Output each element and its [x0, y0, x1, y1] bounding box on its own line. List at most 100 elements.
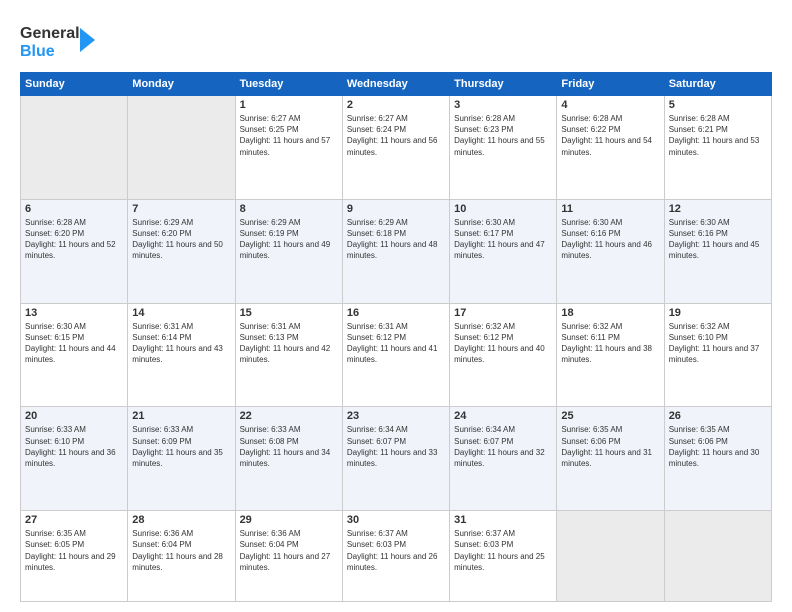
- day-info: Sunrise: 6:32 AMSunset: 6:12 PMDaylight:…: [454, 321, 552, 366]
- calendar-cell: 11 Sunrise: 6:30 AMSunset: 6:16 PMDayligh…: [557, 199, 664, 303]
- svg-text:Blue: Blue: [20, 43, 55, 60]
- day-number: 10: [454, 203, 552, 215]
- calendar-cell: 2 Sunrise: 6:27 AMSunset: 6:24 PMDaylight…: [342, 96, 449, 200]
- day-number: 19: [669, 307, 767, 319]
- day-info: Sunrise: 6:34 AMSunset: 6:07 PMDaylight:…: [347, 424, 445, 469]
- day-number: 23: [347, 410, 445, 422]
- day-number: 13: [25, 307, 123, 319]
- day-number: 21: [132, 410, 230, 422]
- calendar-cell: 6 Sunrise: 6:28 AMSunset: 6:20 PMDaylight…: [21, 199, 128, 303]
- week-row-5: 27Sunrise: 6:35 AMSunset: 6:05 PMDayligh…: [21, 511, 772, 602]
- day-number: 31: [454, 514, 552, 526]
- weekday-header-saturday: Saturday: [664, 73, 771, 96]
- day-number: 18: [561, 307, 659, 319]
- day-number: 16: [347, 307, 445, 319]
- week-row-4: 20 Sunrise: 6:33 AMSunset: 6:10 PMDayligh…: [21, 407, 772, 511]
- weekday-header-thursday: Thursday: [450, 73, 557, 96]
- calendar-cell: 1 Sunrise: 6:27 AMSunset: 6:25 PMDaylight…: [235, 96, 342, 200]
- calendar-cell: 9Sunrise: 6:29 AMSunset: 6:18 PMDaylight…: [342, 199, 449, 303]
- day-info: Sunrise: 6:29 AMSunset: 6:18 PMDaylight:…: [347, 217, 445, 262]
- calendar-cell: 19Sunrise: 6:32 AMSunset: 6:10 PMDayligh…: [664, 303, 771, 407]
- calendar-cell: 22 Sunrise: 6:33 AMSunset: 6:08 PMDayligh…: [235, 407, 342, 511]
- calendar-cell: 31 Sunrise: 6:37 AMSunset: 6:03 PMDayligh…: [450, 511, 557, 602]
- calendar-cell: 13 Sunrise: 6:30 AMSunset: 6:15 PMDayligh…: [21, 303, 128, 407]
- calendar-cell: 3Sunrise: 6:28 AMSunset: 6:23 PMDaylight…: [450, 96, 557, 200]
- calendar-cell: 30 Sunrise: 6:37 AMSunset: 6:03 PMDayligh…: [342, 511, 449, 602]
- day-number: 24: [454, 410, 552, 422]
- day-info: Sunrise: 6:31 AMSunset: 6:12 PMDaylight:…: [347, 321, 445, 366]
- day-number: 28: [132, 514, 230, 526]
- day-number: 22: [240, 410, 338, 422]
- day-number: 26: [669, 410, 767, 422]
- calendar-cell: 17 Sunrise: 6:32 AMSunset: 6:12 PMDayligh…: [450, 303, 557, 407]
- week-row-2: 6 Sunrise: 6:28 AMSunset: 6:20 PMDaylight…: [21, 199, 772, 303]
- day-info: Sunrise: 6:34 AMSunset: 6:07 PMDaylight:…: [454, 424, 552, 469]
- day-info: Sunrise: 6:31 AMSunset: 6:13 PMDaylight:…: [240, 321, 338, 366]
- day-number: 6: [25, 203, 123, 215]
- weekday-header-friday: Friday: [557, 73, 664, 96]
- calendar-cell: 27Sunrise: 6:35 AMSunset: 6:05 PMDayligh…: [21, 511, 128, 602]
- day-info: Sunrise: 6:30 AMSunset: 6:17 PMDaylight:…: [454, 217, 552, 262]
- page: GeneralBlue SundayMondayTuesdayWednesday…: [0, 0, 792, 612]
- day-info: Sunrise: 6:28 AMSunset: 6:22 PMDaylight:…: [561, 113, 659, 158]
- day-info: Sunrise: 6:33 AMSunset: 6:10 PMDaylight:…: [25, 424, 123, 469]
- weekday-header-monday: Monday: [128, 73, 235, 96]
- day-info: Sunrise: 6:35 AMSunset: 6:06 PMDaylight:…: [669, 424, 767, 469]
- day-info: Sunrise: 6:36 AMSunset: 6:04 PMDaylight:…: [240, 528, 338, 573]
- day-number: 15: [240, 307, 338, 319]
- svg-text:General: General: [20, 25, 80, 42]
- calendar-cell: 8 Sunrise: 6:29 AMSunset: 6:19 PMDaylight…: [235, 199, 342, 303]
- day-info: Sunrise: 6:28 AMSunset: 6:21 PMDaylight:…: [669, 113, 767, 158]
- calendar-cell: 15 Sunrise: 6:31 AMSunset: 6:13 PMDayligh…: [235, 303, 342, 407]
- day-info: Sunrise: 6:35 AMSunset: 6:06 PMDaylight:…: [561, 424, 659, 469]
- header: GeneralBlue: [20, 20, 772, 60]
- calendar-cell: 26 Sunrise: 6:35 AMSunset: 6:06 PMDayligh…: [664, 407, 771, 511]
- day-number: 20: [25, 410, 123, 422]
- day-info: Sunrise: 6:30 AMSunset: 6:16 PMDaylight:…: [561, 217, 659, 262]
- calendar-cell: 23 Sunrise: 6:34 AMSunset: 6:07 PMDayligh…: [342, 407, 449, 511]
- calendar-table: SundayMondayTuesdayWednesdayThursdayFrid…: [20, 72, 772, 602]
- week-row-3: 13 Sunrise: 6:30 AMSunset: 6:15 PMDayligh…: [21, 303, 772, 407]
- calendar-cell: 18 Sunrise: 6:32 AMSunset: 6:11 PMDayligh…: [557, 303, 664, 407]
- calendar-cell: 4 Sunrise: 6:28 AMSunset: 6:22 PMDaylight…: [557, 96, 664, 200]
- day-number: 4: [561, 99, 659, 111]
- day-number: 2: [347, 99, 445, 111]
- calendar-cell: 20 Sunrise: 6:33 AMSunset: 6:10 PMDayligh…: [21, 407, 128, 511]
- day-info: Sunrise: 6:31 AMSunset: 6:14 PMDaylight:…: [132, 321, 230, 366]
- calendar-cell: 28 Sunrise: 6:36 AMSunset: 6:04 PMDayligh…: [128, 511, 235, 602]
- day-info: Sunrise: 6:27 AMSunset: 6:25 PMDaylight:…: [240, 113, 338, 158]
- day-info: Sunrise: 6:33 AMSunset: 6:09 PMDaylight:…: [132, 424, 230, 469]
- weekday-header-row: SundayMondayTuesdayWednesdayThursdayFrid…: [21, 73, 772, 96]
- calendar-cell: 10 Sunrise: 6:30 AMSunset: 6:17 PMDayligh…: [450, 199, 557, 303]
- day-info: Sunrise: 6:37 AMSunset: 6:03 PMDaylight:…: [454, 528, 552, 573]
- day-number: 25: [561, 410, 659, 422]
- calendar-cell: [557, 511, 664, 602]
- day-number: 11: [561, 203, 659, 215]
- day-info: Sunrise: 6:35 AMSunset: 6:05 PMDaylight:…: [25, 528, 123, 573]
- calendar-cell: 12Sunrise: 6:30 AMSunset: 6:16 PMDayligh…: [664, 199, 771, 303]
- day-info: Sunrise: 6:36 AMSunset: 6:04 PMDaylight:…: [132, 528, 230, 573]
- logo: GeneralBlue: [20, 20, 100, 60]
- day-number: 17: [454, 307, 552, 319]
- day-info: Sunrise: 6:28 AMSunset: 6:20 PMDaylight:…: [25, 217, 123, 262]
- day-info: Sunrise: 6:28 AMSunset: 6:23 PMDaylight:…: [454, 113, 552, 158]
- calendar-cell: 7Sunrise: 6:29 AMSunset: 6:20 PMDaylight…: [128, 199, 235, 303]
- calendar-cell: 24 Sunrise: 6:34 AMSunset: 6:07 PMDayligh…: [450, 407, 557, 511]
- day-info: Sunrise: 6:29 AMSunset: 6:19 PMDaylight:…: [240, 217, 338, 262]
- calendar-cell: 14Sunrise: 6:31 AMSunset: 6:14 PMDayligh…: [128, 303, 235, 407]
- calendar-cell: 21 Sunrise: 6:33 AMSunset: 6:09 PMDayligh…: [128, 407, 235, 511]
- weekday-header-sunday: Sunday: [21, 73, 128, 96]
- day-number: 1: [240, 99, 338, 111]
- day-info: Sunrise: 6:29 AMSunset: 6:20 PMDaylight:…: [132, 217, 230, 262]
- day-info: Sunrise: 6:30 AMSunset: 6:15 PMDaylight:…: [25, 321, 123, 366]
- day-info: Sunrise: 6:33 AMSunset: 6:08 PMDaylight:…: [240, 424, 338, 469]
- day-number: 5: [669, 99, 767, 111]
- logo-svg: GeneralBlue: [20, 20, 100, 60]
- day-info: Sunrise: 6:27 AMSunset: 6:24 PMDaylight:…: [347, 113, 445, 158]
- day-number: 30: [347, 514, 445, 526]
- calendar-cell: [21, 96, 128, 200]
- calendar-cell: 29Sunrise: 6:36 AMSunset: 6:04 PMDayligh…: [235, 511, 342, 602]
- day-info: Sunrise: 6:37 AMSunset: 6:03 PMDaylight:…: [347, 528, 445, 573]
- day-number: 8: [240, 203, 338, 215]
- day-info: Sunrise: 6:32 AMSunset: 6:11 PMDaylight:…: [561, 321, 659, 366]
